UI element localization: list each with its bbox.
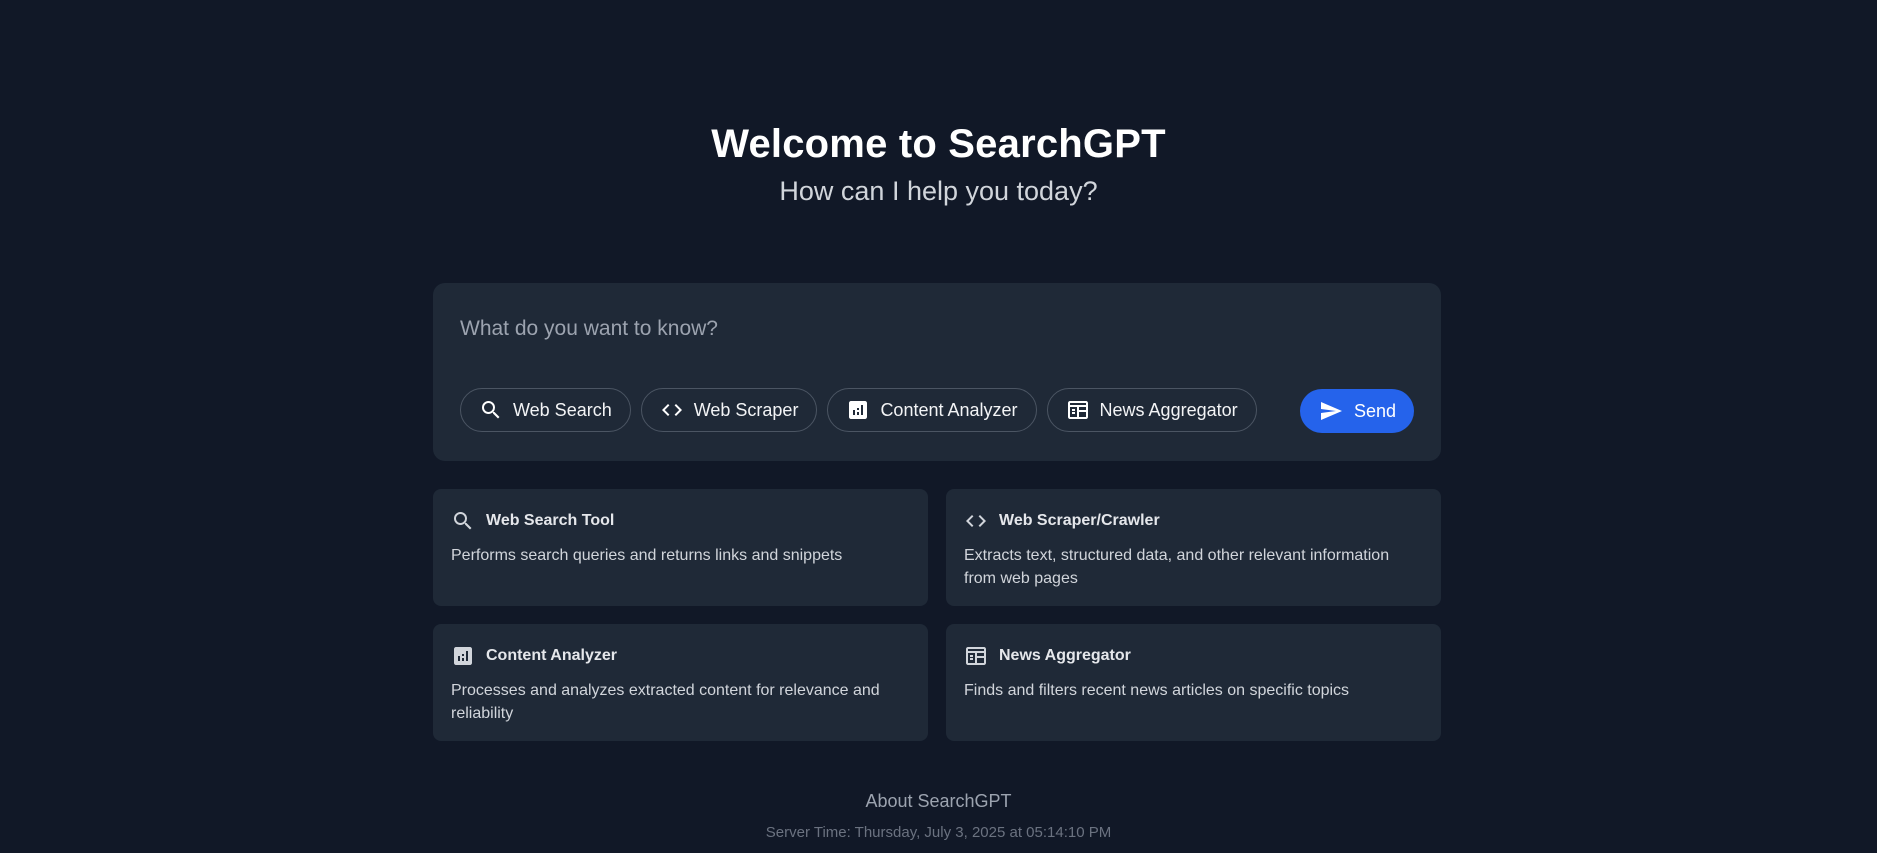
query-composer: Web Search Web Scraper Content Analyzer …: [433, 283, 1441, 461]
send-label: Send: [1353, 400, 1396, 421]
about-link[interactable]: About SearchGPT: [865, 791, 1011, 811]
send-icon: [1318, 399, 1344, 423]
newspaper-icon: [1066, 398, 1090, 422]
tool-chip-label: Web Scraper: [693, 399, 799, 420]
page: Welcome to SearchGPT How can I help you …: [0, 0, 1877, 853]
tool-chip-label: Web Search: [513, 399, 612, 420]
send-button[interactable]: Send: [1299, 389, 1414, 433]
newspaper-icon: [964, 644, 988, 668]
tool-chip-label: News Aggregator: [1099, 399, 1238, 420]
card-header: Web Scraper/Crawler: [964, 509, 1423, 533]
tool-chip-web-scraper[interactable]: Web Scraper: [640, 388, 818, 432]
card-header: Content Analyzer: [451, 644, 910, 668]
footer: About SearchGPT Server Time: Thursday, J…: [0, 791, 1877, 841]
tool-card-news-aggregator[interactable]: News Aggregator Finds and filters recent…: [946, 624, 1441, 741]
analytics-icon: [846, 398, 870, 422]
tool-card-content-analyzer[interactable]: Content Analyzer Processes and analyzes …: [433, 624, 928, 741]
tool-chips: Web Search Web Scraper Content Analyzer …: [460, 388, 1257, 432]
card-header: News Aggregator: [964, 644, 1423, 668]
page-title: Welcome to SearchGPT: [711, 122, 1166, 166]
card-description: Extracts text, structured data, and othe…: [964, 547, 1390, 587]
tool-chip-content-analyzer[interactable]: Content Analyzer: [827, 388, 1037, 432]
code-icon: [964, 509, 988, 533]
analytics-icon: [451, 644, 475, 668]
code-icon: [660, 398, 684, 422]
card-title: News Aggregator: [999, 647, 1131, 664]
search-icon: [451, 509, 475, 533]
tool-card-web-scraper[interactable]: Web Scraper/Crawler Extracts text, struc…: [946, 489, 1441, 606]
search-icon: [479, 398, 503, 422]
card-description: Processes and analyzes extracted content…: [451, 682, 880, 722]
tool-cards: Web Search Tool Performs search queries …: [433, 489, 1441, 741]
card-title: Web Search Tool: [486, 512, 615, 529]
query-input[interactable]: [460, 309, 1400, 349]
page-subtitle: How can I help you today?: [779, 176, 1098, 206]
card-description: Finds and filters recent news articles o…: [964, 682, 1350, 699]
tool-chip-label: Content Analyzer: [880, 399, 1018, 420]
tool-chip-news-aggregator[interactable]: News Aggregator: [1046, 388, 1257, 432]
tool-chip-web-search[interactable]: Web Search: [460, 388, 631, 432]
card-header: Web Search Tool: [451, 509, 910, 533]
card-description: Performs search queries and returns link…: [451, 547, 843, 564]
hero: Welcome to SearchGPT How can I help you …: [0, 118, 1877, 208]
tool-card-web-search[interactable]: Web Search Tool Performs search queries …: [433, 489, 928, 606]
card-title: Web Scraper/Crawler: [999, 512, 1160, 529]
card-title: Content Analyzer: [486, 647, 617, 664]
server-time: Server Time: Thursday, July 3, 2025 at 0…: [765, 824, 1112, 841]
